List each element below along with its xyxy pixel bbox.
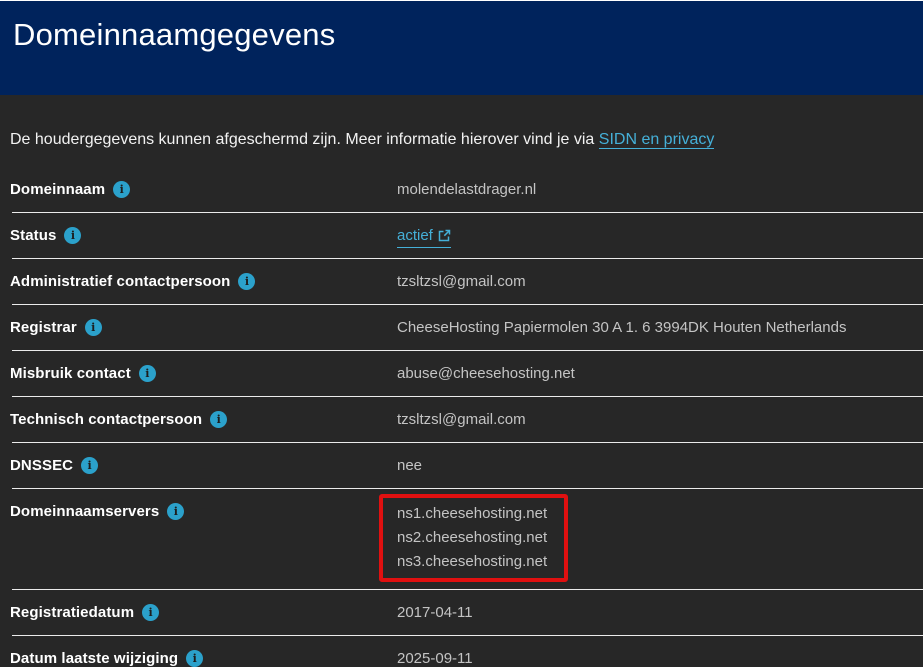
row-label: Administratief contactpersoon	[10, 272, 230, 291]
info-icon[interactable]: i	[186, 650, 203, 667]
table-row: Status i actief	[0, 213, 923, 259]
row-value: abuse@cheesehosting.net	[397, 364, 923, 383]
table-row: Registrar i CheeseHosting Papiermolen 30…	[0, 305, 923, 351]
external-link-icon	[438, 229, 451, 242]
row-label: Datum laatste wijziging	[10, 649, 178, 667]
row-value-cell: nee	[397, 456, 923, 489]
privacy-notice: De houdergegevens kunnen afgeschermd zij…	[10, 129, 923, 150]
info-icon[interactable]: i	[167, 503, 184, 520]
row-value-cell: actief	[397, 226, 923, 259]
row-label-cell: DNSSEC i	[10, 456, 397, 489]
info-icon[interactable]: i	[64, 227, 81, 244]
table-row: DNSSEC i nee	[0, 443, 923, 489]
row-value-cell: ns1.cheesehosting.netns2.cheesehosting.n…	[397, 502, 923, 582]
info-icon[interactable]: i	[113, 181, 130, 198]
sidn-privacy-link[interactable]: SIDN en privacy	[599, 131, 715, 149]
info-icon[interactable]: i	[81, 457, 98, 474]
info-icon[interactable]: i	[142, 604, 159, 621]
row-value: 2017-04-11	[397, 603, 923, 622]
table-row: Administratief contactpersoon i tzsltzsl…	[0, 259, 923, 305]
info-icon[interactable]: i	[139, 365, 156, 382]
table-row: Technisch contactpersoon i tzsltzsl@gmai…	[0, 397, 923, 443]
row-label: Status	[10, 226, 56, 245]
row-label-cell: Administratief contactpersoon i	[10, 272, 397, 305]
page-title: Domeinnaamgegevens	[13, 17, 923, 53]
row-value: tzsltzsl@gmail.com	[397, 272, 923, 291]
row-label: Registrar	[10, 318, 77, 337]
row-value: molendelastdrager.nl	[397, 180, 923, 199]
row-label-cell: Status i	[10, 226, 397, 259]
row-label: DNSSEC	[10, 456, 73, 475]
row-value: tzsltzsl@gmail.com	[397, 410, 923, 429]
domain-details-table: Domeinnaam i molendelastdrager.nl Status…	[0, 167, 923, 667]
row-value-cell: molendelastdrager.nl	[397, 180, 923, 213]
row-value: 2025-09-11	[397, 649, 923, 667]
row-value-cell: tzsltzsl@gmail.com	[397, 410, 923, 443]
row-label: Domeinnaam	[10, 180, 105, 199]
row-value: ns1.cheesehosting.net	[397, 502, 547, 526]
row-label: Registratiedatum	[10, 603, 134, 622]
table-row: Datum laatste wijziging i 2025-09-11	[0, 636, 923, 667]
row-value-cell: 2017-04-11	[397, 603, 923, 636]
row-label-cell: Misbruik contact i	[10, 364, 397, 397]
table-row: Domeinnaamservers i ns1.cheesehosting.ne…	[0, 489, 923, 590]
row-label-cell: Technisch contactpersoon i	[10, 410, 397, 443]
row-label: Technisch contactpersoon	[10, 410, 202, 429]
row-value: ns3.cheesehosting.net	[397, 550, 547, 574]
row-label-cell: Registratiedatum i	[10, 603, 397, 636]
row-value: ns2.cheesehosting.net	[397, 526, 547, 550]
info-icon[interactable]: i	[210, 411, 227, 428]
row-label: Misbruik contact	[10, 364, 131, 383]
status-link[interactable]: actief	[397, 226, 451, 248]
row-value-cell: abuse@cheesehosting.net	[397, 364, 923, 397]
table-row: Misbruik contact i abuse@cheesehosting.n…	[0, 351, 923, 397]
row-label-cell: Domeinnaam i	[10, 180, 397, 213]
row-value: nee	[397, 456, 923, 475]
row-value-cell: CheeseHosting Papiermolen 30 A 1. 6 3994…	[397, 318, 923, 351]
highlight-box: ns1.cheesehosting.netns2.cheesehosting.n…	[379, 494, 568, 582]
whois-result-page: Domeinnaamgegevens De houdergegevens kun…	[0, 0, 923, 667]
page-header: Domeinnaamgegevens	[0, 0, 923, 95]
table-row: Registratiedatum i 2017-04-11	[0, 590, 923, 636]
row-label-cell: Datum laatste wijziging i	[10, 649, 397, 667]
content-area: De houdergegevens kunnen afgeschermd zij…	[0, 95, 923, 667]
info-icon[interactable]: i	[238, 273, 255, 290]
status-link-label: actief	[397, 226, 433, 245]
row-value-cell: 2025-09-11	[397, 649, 923, 667]
row-label-cell: Registrar i	[10, 318, 397, 351]
table-row: Domeinnaam i molendelastdrager.nl	[0, 167, 923, 213]
privacy-notice-text: De houdergegevens kunnen afgeschermd zij…	[10, 131, 599, 148]
row-value: CheeseHosting Papiermolen 30 A 1. 6 3994…	[397, 318, 923, 337]
row-label-cell: Domeinnaamservers i	[10, 502, 397, 582]
row-label: Domeinnaamservers	[10, 502, 159, 521]
info-icon[interactable]: i	[85, 319, 102, 336]
row-value-cell: tzsltzsl@gmail.com	[397, 272, 923, 305]
